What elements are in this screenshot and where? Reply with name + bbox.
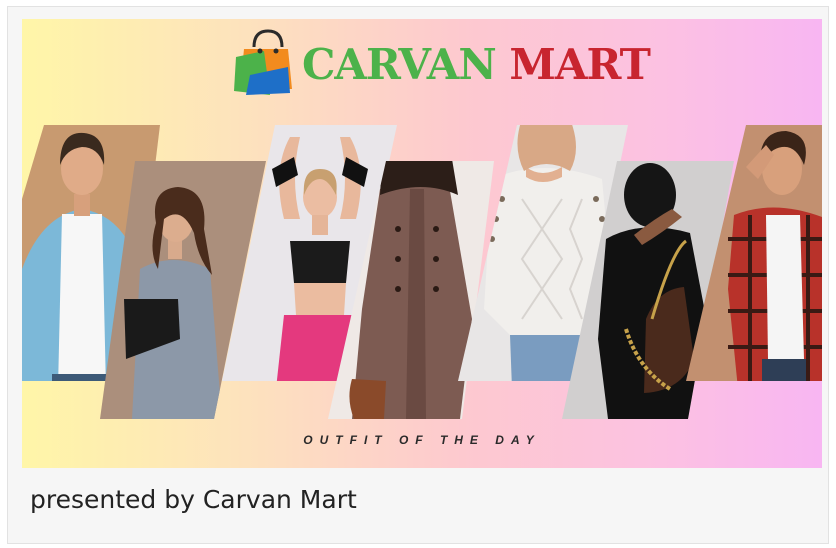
image-caption: presented by Carvan Mart — [30, 485, 357, 514]
brand-logo: CARVAN MART — [230, 29, 651, 101]
shopping-bag-logo-icon — [234, 29, 292, 95]
brand-word-carvan: CARVAN — [302, 40, 497, 89]
brand-name: CARVAN MART — [302, 39, 651, 91]
brand-word-mart: MART — [509, 40, 650, 89]
image-card: CARVAN MART OUTFIT OF THE DAY presented … — [7, 6, 829, 544]
tagline: OUTFIT OF THE DAY — [303, 433, 541, 447]
promo-banner[interactable]: CARVAN MART OUTFIT OF THE DAY — [22, 19, 822, 468]
